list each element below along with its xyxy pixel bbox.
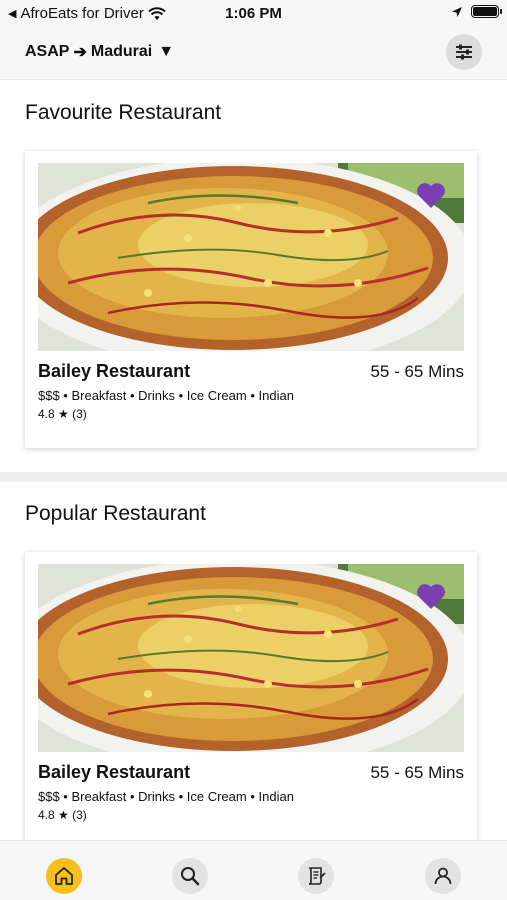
nav-search-button[interactable]: [172, 858, 208, 894]
restaurant-name[interactable]: Bailey Restaurant: [38, 762, 190, 783]
favourite-heart-icon[interactable]: [416, 582, 446, 610]
arrow-right-icon: ➔: [73, 44, 87, 61]
favourite-section: Favourite Restaurant Bailey Restaurant 5…: [0, 81, 507, 482]
restaurant-card[interactable]: Bailey Restaurant 55 - 65 Mins $$$ • Bre…: [25, 552, 477, 840]
section-divider: [0, 472, 507, 482]
section-title: Favourite Restaurant: [25, 101, 222, 124]
restaurant-name[interactable]: Bailey Restaurant: [38, 361, 190, 382]
favourite-heart-icon[interactable]: [416, 181, 446, 209]
battery-icon: [471, 5, 502, 18]
profile-icon: [434, 867, 452, 885]
delivery-location-selector[interactable]: ASAP ➔ Madurai ▼: [25, 42, 174, 62]
delivery-time: 55 - 65 Mins: [370, 763, 464, 782]
status-time: 1:06 PM: [225, 5, 282, 22]
restaurant-rating: 4.8 ★ (3): [38, 407, 87, 421]
orders-icon: [308, 867, 326, 885]
nav-orders-button[interactable]: [298, 858, 334, 894]
nav-profile-button[interactable]: [425, 858, 461, 894]
restaurant-rating: 4.8 ★ (3): [38, 808, 87, 822]
nav-home-button[interactable]: [46, 858, 82, 894]
restaurant-feed[interactable]: Favourite Restaurant Bailey Restaurant 5…: [0, 81, 507, 840]
chevron-down-icon: ▼: [158, 43, 175, 60]
filter-button[interactable]: [446, 34, 482, 70]
app-header: ASAP ➔ Madurai ▼: [0, 28, 507, 80]
restaurant-tags: $$$ • Breakfast • Drinks • Ice Cream • I…: [38, 388, 294, 403]
location-arrow-icon: [452, 6, 462, 17]
schedule-label: ASAP: [25, 43, 70, 60]
filter-sliders-icon: [456, 44, 472, 60]
restaurant-tags: $$$ • Breakfast • Drinks • Ice Cream • I…: [38, 789, 294, 804]
delivery-time: 55 - 65 Mins: [370, 362, 464, 381]
popular-section: Popular Restaurant Bailey Restaurant 55 …: [0, 482, 507, 840]
bottom-navigation: [0, 840, 507, 900]
status-bar: ◀ AfroEats for Driver 1:06 PM: [0, 0, 507, 28]
section-title: Popular Restaurant: [25, 502, 206, 525]
restaurant-card[interactable]: Bailey Restaurant 55 - 65 Mins $$$ • Bre…: [25, 151, 477, 448]
home-icon: [55, 867, 73, 885]
restaurant-image: [38, 564, 464, 752]
city-label: Madurai: [90, 43, 153, 60]
search-icon: [181, 867, 200, 886]
restaurant-image: [38, 163, 464, 351]
